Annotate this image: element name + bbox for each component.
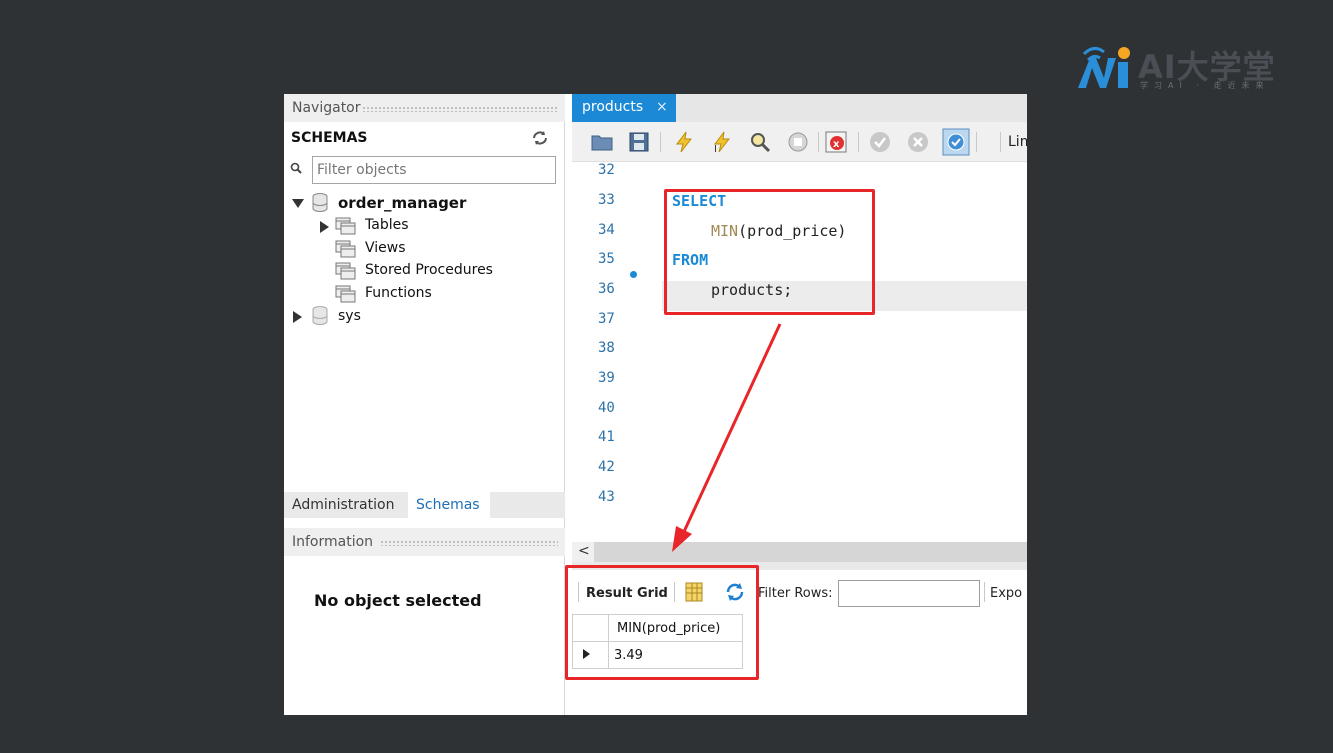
toggle-error-icon[interactable]: x: [824, 130, 848, 154]
toolbar-separator: [858, 132, 859, 152]
line-number: 39: [598, 370, 615, 386]
filter-rows-label: Filter Rows:: [758, 586, 833, 601]
line-number: 35: [598, 251, 615, 267]
tree-item-tables[interactable]: Tables: [365, 217, 409, 233]
expand-order-manager-icon[interactable]: [292, 199, 304, 208]
rollback-icon[interactable]: [906, 130, 930, 154]
navigator-bottom-tabs: Administration Schemas: [284, 492, 565, 518]
ai-daxuetang-logo: AI大学堂 学习AI · 走近未来: [1074, 42, 1294, 96]
navigator-title: Navigator: [292, 100, 361, 116]
line-number: 41: [598, 429, 615, 445]
no-object-selected-text: No object selected: [314, 591, 482, 610]
filter-objects-input[interactable]: Filter objects: [312, 156, 556, 184]
navigator-panel: Navigator SCHEMAS Filter objects order_m…: [284, 94, 565, 715]
views-folder-icon: [335, 240, 356, 258]
toolbar-separator: [984, 582, 985, 602]
stop-icon[interactable]: [786, 130, 810, 154]
editor-tab-bar: products ×: [572, 94, 1027, 122]
expand-tables-icon[interactable]: [320, 221, 329, 233]
autocommit-toggle-icon[interactable]: [942, 128, 970, 156]
logo-mark-icon: [1078, 47, 1130, 88]
svg-text:x: x: [833, 139, 840, 150]
sql-highlight-box: [664, 189, 875, 315]
information-header: Information: [284, 528, 565, 556]
tab-schemas[interactable]: Schemas: [408, 492, 490, 518]
line-number: 43: [598, 489, 615, 505]
tree-item-functions[interactable]: Functions: [365, 285, 432, 301]
tab-administration[interactable]: Administration: [284, 492, 403, 518]
toolbar-separator: [818, 132, 819, 152]
limit-rows-select[interactable]: Lim: [1008, 134, 1027, 150]
tree-item-stored-procedures[interactable]: Stored Procedures: [365, 262, 493, 278]
header-grip: [380, 540, 558, 546]
header-grip: [362, 106, 558, 112]
database-icon: [312, 306, 328, 325]
line-number: 36: [598, 281, 615, 297]
tables-folder-icon: [335, 217, 356, 235]
refresh-schemas-icon[interactable]: [531, 130, 549, 146]
line-number: 42: [598, 459, 615, 475]
horizontal-scrollbar[interactable]: <: [572, 542, 1027, 562]
line-number: 38: [598, 340, 615, 356]
tree-schema-order-manager[interactable]: order_manager: [338, 194, 466, 212]
scroll-left-button[interactable]: <: [572, 542, 594, 562]
tree-item-views[interactable]: Views: [365, 240, 406, 256]
close-tab-icon[interactable]: ×: [656, 99, 668, 115]
tab-products-label: products: [582, 99, 644, 115]
save-icon[interactable]: [627, 130, 651, 154]
schemas-heading: SCHEMAS: [291, 130, 368, 146]
svg-text:I: I: [714, 144, 717, 154]
export-button[interactable]: Expo: [990, 586, 1022, 601]
information-title: Information: [292, 534, 374, 550]
stored-procedures-folder-icon: [335, 262, 356, 280]
line-number: 37: [598, 311, 615, 327]
commit-icon[interactable]: [868, 130, 892, 154]
statement-marker-icon: [630, 271, 637, 278]
expand-sys-icon[interactable]: [293, 311, 302, 323]
filter-rows-input[interactable]: [838, 580, 980, 607]
navigator-header: Navigator: [284, 94, 565, 122]
explain-icon[interactable]: [748, 130, 772, 154]
toolbar-separator: [1000, 132, 1001, 152]
tree-schema-sys[interactable]: sys: [338, 308, 361, 324]
toolbar-separator: [976, 132, 977, 152]
result-highlight-box: [565, 565, 759, 680]
database-icon: [312, 193, 328, 212]
execute-icon[interactable]: [672, 130, 696, 154]
functions-folder-icon: [335, 285, 356, 303]
search-icon: [290, 162, 302, 174]
line-number: 32: [598, 162, 615, 178]
execute-current-icon[interactable]: I: [710, 130, 734, 154]
line-number: 34: [598, 222, 615, 238]
line-number: 40: [598, 400, 615, 416]
toolbar-separator: [660, 132, 661, 152]
editor-toolbar: I x Lim: [572, 122, 1027, 162]
logo-subtitle: 学习AI · 走近未来: [1140, 81, 1270, 90]
line-number: 33: [598, 192, 615, 208]
open-folder-icon[interactable]: [590, 130, 614, 154]
